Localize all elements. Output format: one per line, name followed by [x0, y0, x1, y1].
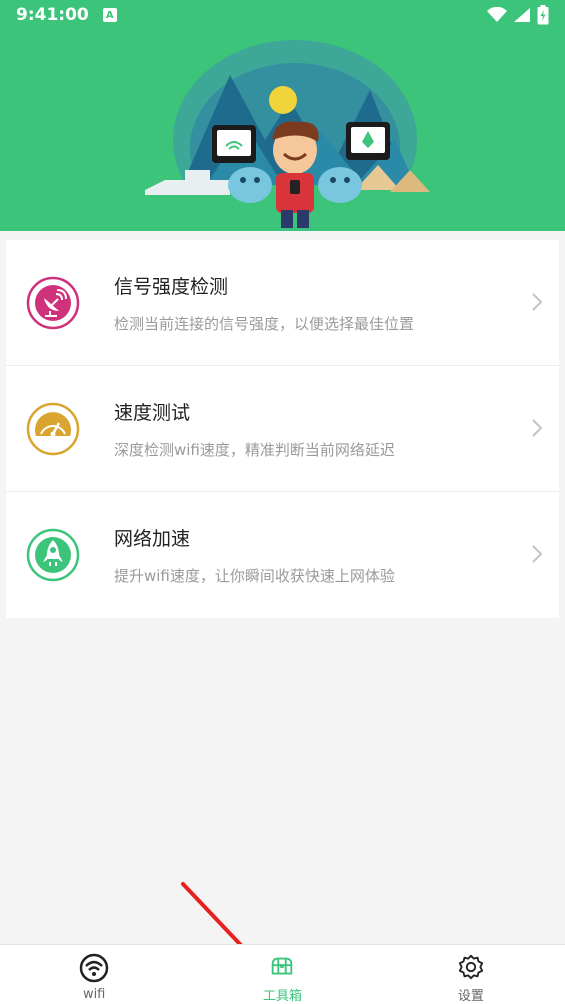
- chevron-right-icon: [532, 419, 543, 437]
- banner-illustration: [0, 30, 565, 231]
- tool-item-network-boost[interactable]: 网络加速 提升wifi速度，让你瞬间收获快速上网体验: [6, 492, 559, 618]
- wifi-signal-icon: [487, 7, 507, 22]
- status-bar: 9:41:00 A: [0, 0, 565, 30]
- battery-icon: [537, 5, 549, 25]
- notification-icon: A: [102, 8, 117, 22]
- tool-description: 检测当前连接的信号强度，以便选择最佳位置: [114, 314, 415, 333]
- status-time: 9:41:00: [16, 5, 89, 25]
- chevron-right-icon: [532, 545, 543, 563]
- tool-description: 深度检测wifi速度，精准判断当前网络延迟: [114, 440, 395, 459]
- nav-label: 设置: [457, 989, 484, 1004]
- tool-description: 提升wifi速度，让你瞬间收获快速上网体验: [114, 567, 395, 585]
- toolbox-icon: [272, 957, 293, 975]
- cell-signal-icon: [514, 8, 530, 22]
- tool-title: 网络加速: [114, 528, 191, 550]
- gear-icon: [458, 954, 483, 980]
- tool-list: 信号强度检测 检测当前连接的信号强度，以便选择最佳位置 速度测试 深度检测wif…: [6, 240, 559, 618]
- nav-item-wifi[interactable]: wifi: [0, 945, 188, 1004]
- satellite-dish-icon: [25, 275, 81, 331]
- chevron-right-icon: [532, 293, 543, 311]
- bottom-nav: wifi 工具箱 设置: [0, 944, 565, 1004]
- nav-item-toolbox[interactable]: 工具箱: [188, 945, 376, 1004]
- speedometer-icon: [25, 401, 81, 457]
- tool-item-speed-test[interactable]: 速度测试 深度检测wifi速度，精准判断当前网络延迟: [6, 366, 559, 492]
- status-indicators: [487, 5, 549, 25]
- rocket-icon: [25, 527, 81, 583]
- nav-item-settings[interactable]: 设置: [377, 945, 565, 1004]
- banner-artwork: [140, 40, 450, 231]
- tool-title: 速度测试: [114, 401, 191, 424]
- nav-label: 工具箱: [262, 989, 302, 1004]
- tool-title: 信号强度检测: [114, 275, 229, 298]
- wifi-icon: [79, 953, 109, 983]
- nav-label: wifi: [82, 987, 106, 1002]
- tool-item-signal-strength[interactable]: 信号强度检测 检测当前连接的信号强度，以便选择最佳位置: [6, 240, 559, 366]
